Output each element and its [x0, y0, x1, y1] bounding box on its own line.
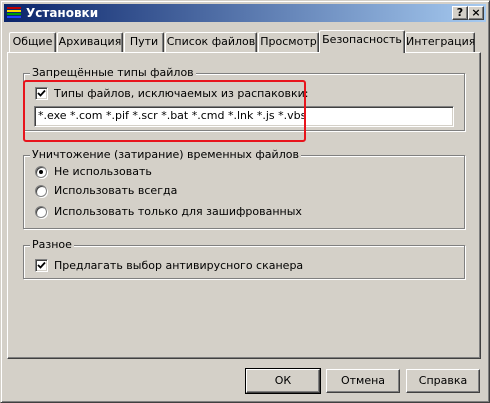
help-title-button[interactable]: ?: [452, 6, 468, 20]
tab-security[interactable]: Безопасность: [319, 30, 405, 53]
tab-paths[interactable]: Пути: [124, 32, 164, 52]
cancel-button[interactable]: Отмена: [326, 369, 400, 393]
tab-general[interactable]: Общие: [9, 32, 56, 52]
tab-archiving[interactable]: Архивация: [57, 32, 123, 52]
security-tab-panel: [7, 52, 481, 359]
tab-integration[interactable]: Интеграция: [405, 32, 475, 52]
settings-dialog: Установки ? × Общие Архивация Пути Списо…: [0, 0, 490, 403]
tab-view[interactable]: Просмотр: [258, 32, 319, 52]
window-title: Установки: [26, 6, 99, 20]
close-button[interactable]: ×: [468, 6, 484, 20]
tab-file-list[interactable]: Список файлов: [165, 32, 257, 52]
help-button[interactable]: Справка: [406, 369, 480, 393]
archiver-app-icon: [6, 5, 22, 21]
ok-button[interactable]: ОК: [245, 368, 321, 394]
title-bar[interactable]: Установки ? ×: [4, 4, 486, 22]
